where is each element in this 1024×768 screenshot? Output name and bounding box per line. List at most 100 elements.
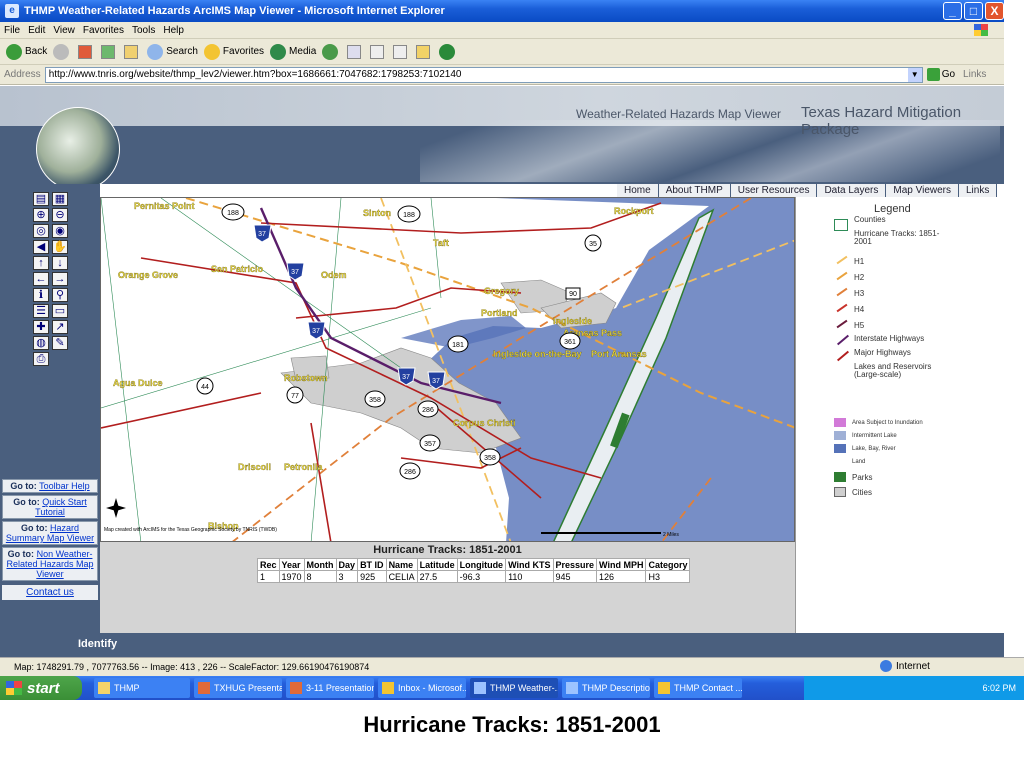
favorites-button[interactable]: Favorites xyxy=(203,43,264,60)
legend-icon[interactable]: ▤ xyxy=(33,192,49,206)
address-bar: Address http://www.tnris.org/website/thm… xyxy=(0,65,1004,85)
nav-about[interactable]: About THMP xyxy=(658,184,731,197)
layer-icon[interactable]: ▦ xyxy=(52,192,68,206)
route-shield-286b: 286 xyxy=(399,462,421,480)
column-header: BT ID xyxy=(357,558,387,571)
menu-favorites[interactable]: Favorites xyxy=(83,25,124,36)
refresh-icon xyxy=(101,44,116,59)
nav-user-resources[interactable]: User Resources xyxy=(730,184,818,197)
task-thmp-weather[interactable]: THMP Weather-... xyxy=(470,678,558,698)
folder-icon xyxy=(98,682,110,694)
menu-tools[interactable]: Tools xyxy=(132,25,155,36)
table-cell: 8 xyxy=(303,570,337,583)
find-icon[interactable]: ⚲ xyxy=(52,288,68,302)
nav-data-layers[interactable]: Data Layers xyxy=(817,184,887,197)
task-thmp-contact[interactable]: THMP Contact ... xyxy=(654,678,742,698)
refresh-button[interactable] xyxy=(101,44,118,59)
pan-west-icon[interactable]: ← xyxy=(33,272,49,286)
menu-help[interactable]: Help xyxy=(163,25,184,36)
column-header: Year xyxy=(278,558,305,571)
goto-quick-start[interactable]: Go to: Quick Start Tutorial xyxy=(2,495,98,519)
messenger-button[interactable] xyxy=(439,43,458,60)
address-input[interactable]: http://www.tnris.org/website/thmp_lev2/v… xyxy=(44,66,923,83)
print-icon[interactable]: ⎙ xyxy=(33,352,49,366)
window-edge xyxy=(1004,0,1024,657)
links-button[interactable]: Links xyxy=(963,69,986,80)
window-titlebar[interactable]: e THMP Weather-Related Hazards ArcIMS Ma… xyxy=(0,0,1004,22)
address-dropdown-icon[interactable]: ▼ xyxy=(907,67,922,82)
messenger-icon xyxy=(439,43,456,60)
buffer-icon[interactable]: ◍ xyxy=(33,336,49,350)
goto-hazard-summary[interactable]: Go to: Hazard Summary Map Viewer xyxy=(2,521,98,545)
map-view[interactable]: Portland Ingleside Aransas Pass Rockport… xyxy=(100,197,795,542)
task-txhug[interactable]: TXHUG Presenta... xyxy=(194,678,282,698)
close-button[interactable]: X xyxy=(985,2,1004,20)
legend-h5: H5 xyxy=(854,321,865,330)
nav-map-viewers[interactable]: Map Viewers xyxy=(886,184,959,197)
goto-non-weather[interactable]: Go to: Non Weather-Related Hazards Map V… xyxy=(2,547,98,581)
measure-icon[interactable]: ✚ xyxy=(33,320,49,334)
clear-icon[interactable]: ✎ xyxy=(52,336,68,350)
identify-icon[interactable]: ℹ xyxy=(33,288,49,302)
column-header: Rec xyxy=(257,558,280,571)
history-button[interactable] xyxy=(322,43,341,60)
home-button[interactable] xyxy=(124,44,141,59)
start-button[interactable]: start xyxy=(0,676,82,700)
back-icon[interactable]: ◀ xyxy=(33,240,49,254)
task-thmp-description[interactable]: THMP Descriptio... xyxy=(562,678,650,698)
menu-file[interactable]: File xyxy=(4,25,20,36)
pan-icon[interactable]: ✋ xyxy=(52,240,68,254)
h5-swatch xyxy=(836,319,848,329)
print-button[interactable] xyxy=(370,44,387,59)
route-shield-77: 77 xyxy=(286,386,304,404)
goto-prefix: Go to: xyxy=(20,523,48,533)
route-number: 37 xyxy=(402,374,410,381)
zone-label: Internet xyxy=(896,660,930,672)
select-icon[interactable]: ▭ xyxy=(52,304,68,318)
zoom-out-icon[interactable]: ⊖ xyxy=(52,208,68,222)
goto-toolbar-help[interactable]: Go to: Toolbar Help xyxy=(2,479,98,493)
media-button[interactable]: Media xyxy=(270,43,316,60)
ie-icon: e xyxy=(5,4,19,18)
stop-button[interactable] xyxy=(78,44,95,59)
goto-link-text[interactable]: Hazard Summary Map Viewer xyxy=(6,523,94,543)
menu-edit[interactable]: Edit xyxy=(28,25,45,36)
folder-button[interactable] xyxy=(416,44,433,59)
query-icon[interactable]: ☰ xyxy=(33,304,49,318)
back-label: Back xyxy=(25,46,48,57)
back-arrow-icon xyxy=(6,43,22,60)
nav-home[interactable]: Home xyxy=(617,184,659,197)
clock[interactable]: 6:02 PM xyxy=(982,683,1016,693)
minimize-button[interactable]: _ xyxy=(943,2,962,20)
task-thmp-folder[interactable]: THMP xyxy=(94,678,190,698)
task-presentation[interactable]: 3-11 Presentation xyxy=(286,678,374,698)
maximize-button[interactable]: □ xyxy=(964,2,983,20)
map-credit: Map created with ArcIMS for the Texas Ge… xyxy=(104,527,277,533)
cities-swatch xyxy=(834,487,846,497)
route-shield-35: 35 xyxy=(584,234,602,252)
hyperlink-icon[interactable]: ↗ xyxy=(52,320,68,334)
zoom-active-icon[interactable]: ◉ xyxy=(52,224,68,238)
go-button[interactable]: Go xyxy=(926,68,955,81)
zoom-in-icon[interactable]: ⊕ xyxy=(33,208,49,222)
map-label-corpus-christi: Corpus Christi xyxy=(453,418,516,428)
task-label: TXHUG Presenta... xyxy=(214,683,282,693)
task-inbox[interactable]: Inbox - Microsof... xyxy=(378,678,466,698)
contact-link[interactable]: Contact us xyxy=(2,585,98,600)
map-canvas[interactable]: Portland Ingleside Aransas Pass Rockport… xyxy=(101,198,795,542)
menu-view[interactable]: View xyxy=(53,25,75,36)
goto-link-text[interactable]: Quick Start Tutorial xyxy=(35,497,87,517)
edit-button[interactable] xyxy=(393,44,410,59)
goto-link-text[interactable]: Toolbar Help xyxy=(39,481,90,491)
pan-east-icon[interactable]: → xyxy=(52,272,68,286)
pan-south-icon[interactable]: ↓ xyxy=(52,256,68,270)
zoom-extent-icon[interactable]: ◎ xyxy=(33,224,49,238)
table-cell: 1 xyxy=(257,570,280,583)
pan-north-icon[interactable]: ↑ xyxy=(33,256,49,270)
mail-button[interactable] xyxy=(347,44,364,59)
nav-links[interactable]: Links xyxy=(959,184,998,197)
edit-icon xyxy=(393,44,408,59)
forward-button[interactable] xyxy=(53,43,72,60)
search-button[interactable]: Search xyxy=(147,43,198,60)
back-button[interactable]: Back xyxy=(6,43,48,60)
